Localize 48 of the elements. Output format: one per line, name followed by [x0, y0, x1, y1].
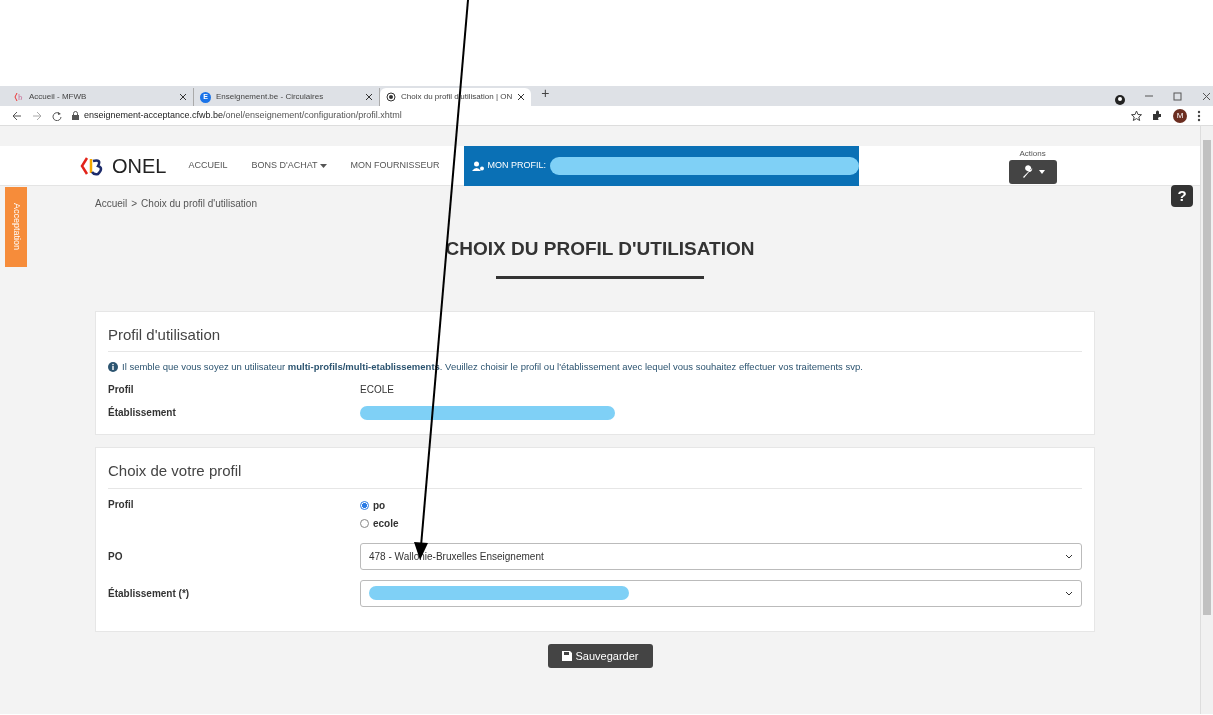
field-label: Établissement [108, 405, 177, 421]
section-title: Choix de votre profil [108, 460, 1082, 489]
star-icon[interactable] [1131, 110, 1142, 121]
url-field[interactable]: enseignement-acceptance.cfwb.be/onel/enseignement/configuration/profil.xhtml [84, 108, 402, 123]
close-icon[interactable] [365, 93, 373, 101]
nav-link[interactable]: MON FOURNISSEUR [350, 158, 440, 173]
breadcrumb-current: Choix du profil d'utilisation [141, 197, 257, 211]
breadcrumb-separator: > [131, 197, 138, 211]
chevron-down-icon [1065, 553, 1073, 559]
close-icon[interactable] [179, 93, 187, 101]
profile-menu[interactable]: MON PROFIL: [463, 145, 859, 186]
restore-icon[interactable] [1171, 90, 1184, 103]
new-tab-button[interactable]: + [541, 83, 550, 104]
page-title: CHOIX DU PROFIL D'UTILISATION [445, 237, 755, 261]
scrollbar[interactable] [1200, 126, 1213, 714]
save-button[interactable]: Sauvegarder [547, 643, 653, 669]
site-logo-icon [14, 92, 24, 102]
field-label: Établissement (*) [108, 586, 191, 601]
brand-name[interactable]: ONEL [112, 150, 167, 181]
help-button[interactable]: ? [1171, 185, 1193, 207]
puzzle-icon[interactable] [1152, 110, 1163, 121]
close-icon[interactable] [1200, 90, 1213, 103]
chevron-down-icon [1065, 590, 1073, 596]
back-icon[interactable] [12, 110, 22, 121]
caret-icon [1038, 169, 1045, 174]
actions-button[interactable] [1008, 159, 1057, 184]
reload-icon[interactable] [52, 110, 62, 121]
globe-icon [386, 92, 396, 102]
info-icon [108, 362, 118, 373]
save-icon [561, 651, 572, 661]
field-label: Profil [108, 383, 135, 398]
avatar-button[interactable]: M [1173, 108, 1187, 123]
breadcrumb-link[interactable]: Accueil [95, 196, 128, 211]
close-icon[interactable] [517, 93, 526, 101]
radio-option[interactable]: po [360, 496, 399, 515]
field-value: ECOLE [360, 383, 394, 398]
record-icon[interactable] [1114, 94, 1126, 106]
user-icon [471, 160, 484, 171]
field-label: PO [108, 549, 124, 564]
field-label: Profil [108, 497, 135, 512]
nav-link[interactable]: BONS D'ACHAT [251, 158, 327, 173]
lock-icon [72, 111, 79, 120]
actions-label: Actions [1019, 147, 1046, 160]
more-icon[interactable] [1197, 109, 1201, 122]
select-field[interactable] [360, 579, 1082, 607]
radio-option[interactable]: ecole [360, 514, 399, 533]
section-title: Profil d'utilisation [108, 323, 1082, 352]
nav-link[interactable]: ACCUEIL [188, 158, 228, 173]
